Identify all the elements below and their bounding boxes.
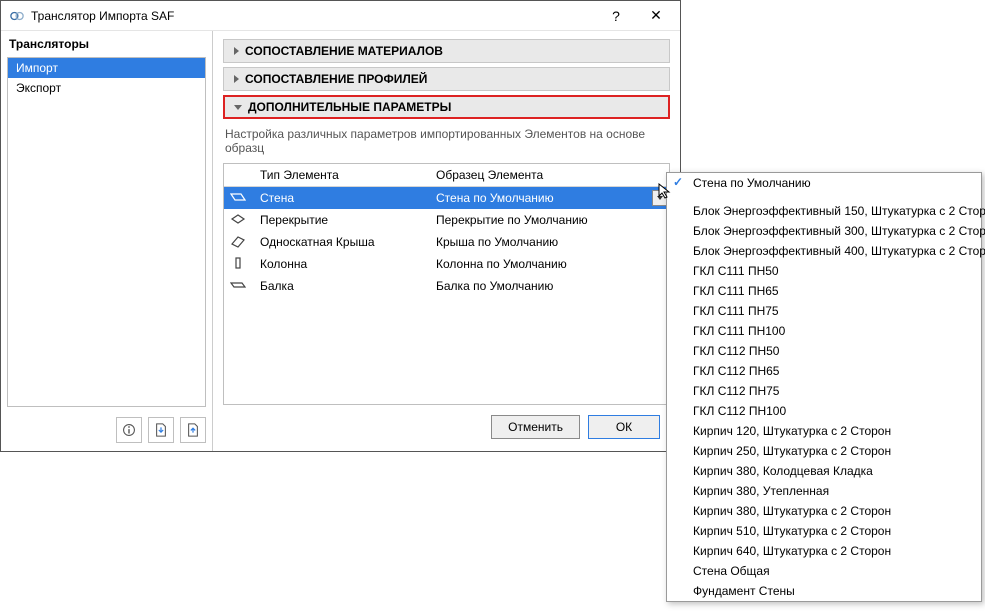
dropdown-separator (667, 193, 981, 201)
cell-sample: Колонна по Умолчанию (428, 257, 651, 271)
dropdown-option[interactable]: ГКЛ C111 ПН50 (667, 261, 981, 281)
slab-icon (230, 212, 246, 229)
section-label: СОПОСТАВЛЕНИЕ МАТЕРИАЛОВ (245, 44, 443, 58)
dropdown-option[interactable]: Блок Энергоэффективный 400, Штукатурка с… (667, 241, 981, 261)
content-panel: СОПОСТАВЛЕНИЕ МАТЕРИАЛОВ СОПОСТАВЛЕНИЕ П… (213, 31, 680, 451)
dropdown-option[interactable]: Блок Энергоэффективный 300, Штукатурка с… (667, 221, 981, 241)
table-row[interactable]: Односкатная Крыша Крыша по Умолчанию (224, 231, 669, 253)
app-icon (9, 8, 25, 24)
cell-type: Балка (252, 279, 428, 293)
chevron-right-icon (234, 75, 239, 83)
beam-icon (230, 278, 246, 295)
cancel-button[interactable]: Отменить (491, 415, 580, 439)
table-row[interactable]: Балка Балка по Умолчанию (224, 275, 669, 297)
dropdown-option[interactable]: Кирпич 640, Штукатурка с 2 Сторон (667, 541, 981, 561)
titlebar: Транслятор Импорта SAF ? ✕ (1, 1, 680, 31)
sidebar-item-export[interactable]: Экспорт (8, 78, 205, 98)
dropdown-option[interactable]: Кирпич 120, Штукатурка с 2 Сторон (667, 421, 981, 441)
sidebar-toolbar (1, 413, 212, 451)
col-icon (224, 164, 252, 186)
dropdown-option[interactable]: ГКЛ C111 ПН100 (667, 321, 981, 341)
dropdown-option-selected[interactable]: Стена по Умолчанию (667, 173, 981, 193)
ok-button[interactable]: ОК (588, 415, 660, 439)
dropdown-option[interactable]: ГКЛ C112 ПН75 (667, 381, 981, 401)
info-button[interactable] (116, 417, 142, 443)
col-type: Тип Элемента (252, 164, 428, 186)
cell-type: Колонна (252, 257, 428, 271)
dropdown-option[interactable]: Кирпич 250, Штукатурка с 2 Сторон (667, 441, 981, 461)
sidebar: Трансляторы Импорт Экспорт (1, 31, 213, 451)
section-label: СОПОСТАВЛЕНИЕ ПРОФИЛЕЙ (245, 72, 427, 86)
dropdown-option[interactable]: ГКЛ C112 ПН65 (667, 361, 981, 381)
col-sample: Образец Элемента (428, 164, 651, 186)
dropdown-option[interactable]: Фундамент Стены (667, 581, 981, 601)
element-mapping-table: Тип Элемента Образец Элемента Стена Стен… (223, 163, 670, 405)
dropdown-option[interactable]: ГКЛ C112 ПН100 (667, 401, 981, 421)
dropdown-option[interactable]: Кирпич 380, Штукатурка с 2 Сторон (667, 501, 981, 521)
section-materials[interactable]: СОПОСТАВЛЕНИЕ МАТЕРИАЛОВ (223, 39, 670, 63)
export-file-button[interactable] (180, 417, 206, 443)
dropdown-option[interactable]: Блок Энергоэффективный 150, Штукатурка с… (667, 201, 981, 221)
section-additional-params[interactable]: ДОПОЛНИТЕЛЬНЫЕ ПАРАМЕТРЫ (223, 95, 670, 119)
dialog-window: Транслятор Импорта SAF ? ✕ Трансляторы И… (0, 0, 681, 452)
dropdown-option[interactable]: Кирпич 380, Утепленная (667, 481, 981, 501)
cell-type: Односкатная Крыша (252, 235, 428, 249)
dropdown-option[interactable]: Стена Общая (667, 561, 981, 581)
import-file-button[interactable] (148, 417, 174, 443)
help-button[interactable]: ? (596, 2, 636, 30)
cell-type: Стена (252, 191, 428, 205)
dialog-footer: Отменить ОК (223, 405, 670, 441)
dropdown-option[interactable]: ГКЛ C111 ПН75 (667, 301, 981, 321)
table-header: Тип Элемента Образец Элемента (224, 164, 669, 187)
cell-sample: Перекрытие по Умолчанию (428, 213, 651, 227)
sample-dropdown-popup: Стена по Умолчанию Блок Энергоэффективны… (666, 172, 982, 602)
translator-tree: Импорт Экспорт (7, 57, 206, 407)
section-profiles[interactable]: СОПОСТАВЛЕНИЕ ПРОФИЛЕЙ (223, 67, 670, 91)
table-body: Стена Стена по Умолчанию Перекрытие Пере… (224, 187, 669, 404)
column-icon (230, 256, 246, 273)
dropdown-option[interactable]: Кирпич 510, Штукатурка с 2 Сторон (667, 521, 981, 541)
dropdown-option[interactable]: ГКЛ C112 ПН50 (667, 341, 981, 361)
dropdown-option[interactable]: ГКЛ C111 ПН65 (667, 281, 981, 301)
chevron-down-icon (234, 105, 242, 110)
section-label: ДОПОЛНИТЕЛЬНЫЕ ПАРАМЕТРЫ (248, 100, 451, 114)
sidebar-item-import[interactable]: Импорт (8, 58, 205, 78)
sidebar-heading: Трансляторы (1, 31, 212, 55)
wall-icon (230, 190, 246, 207)
window-title: Транслятор Импорта SAF (31, 9, 596, 23)
dropdown-option[interactable]: Кирпич 380, Колодцевая Кладка (667, 461, 981, 481)
roof-icon (230, 234, 246, 251)
chevron-right-icon (234, 47, 239, 55)
description-text: Настройка различных параметров импортиро… (223, 123, 670, 163)
table-row[interactable]: Стена Стена по Умолчанию (224, 187, 669, 209)
cell-sample: Балка по Умолчанию (428, 279, 651, 293)
close-button[interactable]: ✕ (636, 2, 676, 30)
table-row[interactable]: Колонна Колонна по Умолчанию (224, 253, 669, 275)
cell-sample: Крыша по Умолчанию (428, 235, 651, 249)
cell-sample: Стена по Умолчанию (428, 191, 651, 205)
cell-type: Перекрытие (252, 213, 428, 227)
table-row[interactable]: Перекрытие Перекрытие по Умолчанию (224, 209, 669, 231)
